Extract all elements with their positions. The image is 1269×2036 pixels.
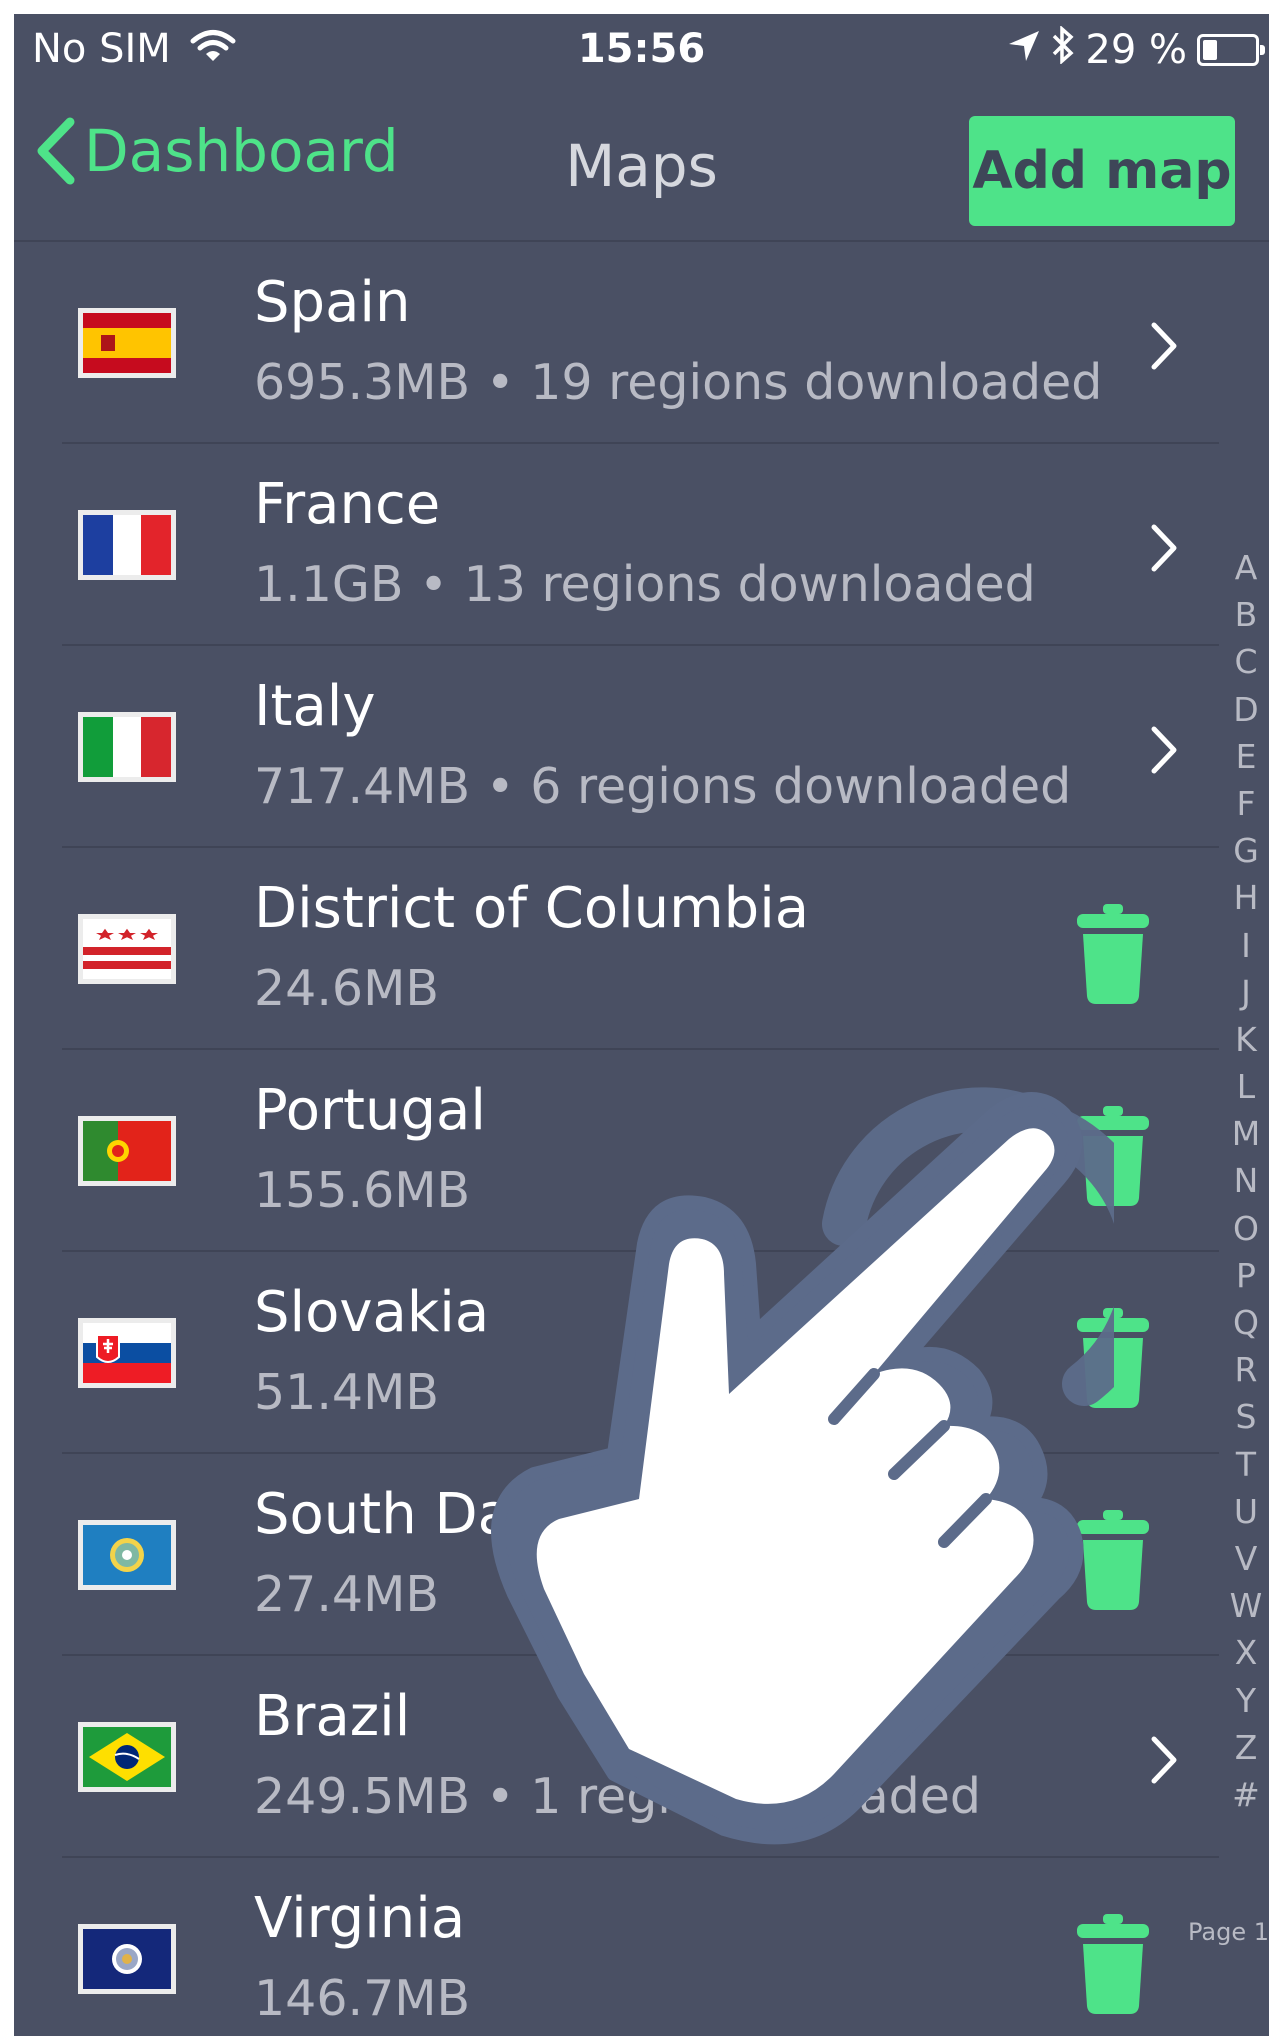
index-letter[interactable]: N xyxy=(1234,1157,1259,1204)
map-name: South Da xyxy=(254,1482,512,1547)
map-row-spain[interactable]: Spain 695.3MB • 19 regions downloaded xyxy=(14,242,1269,444)
trash-icon xyxy=(1077,904,1149,1008)
map-row-italy[interactable]: Italy 717.4MB • 6 regions downloaded xyxy=(14,646,1269,848)
index-letter[interactable]: # xyxy=(1232,1771,1260,1818)
france-flag-icon xyxy=(78,510,176,580)
page-label: Page 1 xyxy=(1188,1918,1269,1946)
delete-map-button[interactable] xyxy=(1077,1106,1149,1210)
battery-percent: 29 % xyxy=(1085,27,1187,73)
add-map-button[interactable]: Add map xyxy=(969,116,1235,226)
map-list: Spain 695.3MB • 19 regions downloaded Fran… xyxy=(14,242,1269,2036)
map-row-slovakia[interactable]: Slovakia 51.4MB xyxy=(14,1252,1269,1454)
map-detail: 51.4MB xyxy=(254,1364,439,1421)
map-name: Brazil xyxy=(254,1684,411,1749)
trash-icon xyxy=(1077,1106,1149,1210)
map-name: Spain xyxy=(254,270,411,335)
alphabet-index[interactable]: A B C D E F G H I J K L M N O P Q R S T U V W X Y Z # xyxy=(1225,544,1267,1818)
index-letter[interactable]: G xyxy=(1233,827,1259,874)
map-row-portugal[interactable]: Portugal 155.6MB xyxy=(14,1050,1269,1252)
index-letter[interactable]: A xyxy=(1235,544,1258,591)
index-letter[interactable]: R xyxy=(1235,1346,1258,1393)
index-letter[interactable]: Z xyxy=(1235,1724,1258,1771)
index-letter[interactable]: Y xyxy=(1236,1677,1256,1724)
index-letter[interactable]: S xyxy=(1236,1393,1257,1440)
map-name: District of Columbia xyxy=(254,876,810,941)
district-of-columbia-flag-icon xyxy=(78,914,176,984)
index-letter[interactable]: V xyxy=(1235,1535,1258,1582)
bluetooth-icon xyxy=(1051,25,1075,74)
index-letter[interactable]: D xyxy=(1233,686,1258,733)
status-bar: No SIM 15:56 29 % xyxy=(14,14,1269,86)
map-detail: 24.6MB xyxy=(254,960,439,1017)
chevron-right-icon[interactable] xyxy=(1149,320,1179,376)
index-letter[interactable]: K xyxy=(1235,1016,1257,1063)
index-letter[interactable]: M xyxy=(1232,1110,1260,1157)
trash-icon xyxy=(1077,1308,1149,1412)
location-arrow-icon xyxy=(1007,27,1041,73)
index-letter[interactable]: C xyxy=(1234,638,1257,685)
trash-icon xyxy=(1077,1510,1149,1614)
index-letter[interactable]: O xyxy=(1233,1205,1259,1252)
chevron-right-icon[interactable] xyxy=(1149,522,1179,578)
map-detail: 249.5MB • 1 regi xyxy=(254,1768,671,1825)
chevron-left-icon xyxy=(37,117,75,185)
italy-flag-icon xyxy=(78,712,176,782)
map-detail: 27.4MB xyxy=(254,1566,439,1623)
map-name: France xyxy=(254,472,441,537)
back-label: Dashboard xyxy=(84,117,399,185)
map-name: Portugal xyxy=(254,1078,486,1143)
slovakia-flag-icon xyxy=(78,1318,176,1388)
map-name: Slovakia xyxy=(254,1280,490,1345)
chevron-right-icon[interactable] xyxy=(1149,724,1179,780)
map-name: Virginia xyxy=(254,1886,466,1951)
index-letter[interactable]: J xyxy=(1241,969,1251,1016)
virginia-flag-icon xyxy=(78,1924,176,1994)
map-row-district-of-columbia[interactable]: District of Columbia 24.6MB xyxy=(14,848,1269,1050)
index-letter[interactable]: X xyxy=(1235,1629,1258,1676)
index-letter[interactable]: P xyxy=(1236,1252,1256,1299)
delete-map-button[interactable] xyxy=(1077,1914,1149,2018)
index-letter[interactable]: F xyxy=(1237,780,1256,827)
map-row-france[interactable]: France 1.1GB • 13 regions downloaded xyxy=(14,444,1269,646)
delete-map-button[interactable] xyxy=(1077,1510,1149,1614)
map-detail: 146.7MB xyxy=(254,1970,471,2027)
map-name: Italy xyxy=(254,674,376,739)
index-letter[interactable]: L xyxy=(1237,1063,1255,1110)
delete-map-button[interactable] xyxy=(1077,1308,1149,1412)
chevron-right-icon[interactable] xyxy=(1149,1734,1179,1790)
map-detail: 695.3MB • 19 regions downloaded xyxy=(254,354,1103,411)
index-letter[interactable]: U xyxy=(1234,1488,1258,1535)
index-letter[interactable]: E xyxy=(1236,733,1257,780)
index-letter[interactable]: I xyxy=(1241,922,1251,969)
delete-map-button[interactable] xyxy=(1077,904,1149,1008)
maps-screen: No SIM 15:56 29 % Dashboard Maps Add map… xyxy=(14,14,1269,2036)
portugal-flag-icon xyxy=(78,1116,176,1186)
map-detail-tail: nloaded xyxy=(784,1768,982,1825)
index-letter[interactable]: W xyxy=(1230,1582,1263,1629)
status-right: 29 % xyxy=(1007,25,1265,74)
map-detail: 717.4MB • 6 regions downloaded xyxy=(254,758,1072,815)
index-letter[interactable]: H xyxy=(1234,874,1259,921)
navigation-bar: Dashboard Maps Add map xyxy=(14,86,1269,242)
index-letter[interactable]: B xyxy=(1235,591,1258,638)
trash-icon xyxy=(1077,1914,1149,2018)
map-row-south-dakota[interactable]: South Da 27.4MB xyxy=(14,1454,1269,1656)
index-letter[interactable]: Q xyxy=(1233,1299,1259,1346)
index-letter[interactable]: T xyxy=(1236,1441,1256,1488)
brazil-flag-icon xyxy=(78,1722,176,1792)
map-row-brazil[interactable]: Brazil 249.5MB • 1 regi nloaded xyxy=(14,1656,1269,1858)
battery-icon xyxy=(1197,34,1265,66)
back-button[interactable]: Dashboard xyxy=(34,116,399,186)
map-detail: 155.6MB xyxy=(254,1162,471,1219)
south-dakota-flag-icon xyxy=(78,1520,176,1590)
map-detail: 1.1GB • 13 regions downloaded xyxy=(254,556,1036,613)
map-row-virginia[interactable]: Virginia 146.7MB xyxy=(14,1858,1269,2036)
spain-flag-icon xyxy=(78,308,176,378)
